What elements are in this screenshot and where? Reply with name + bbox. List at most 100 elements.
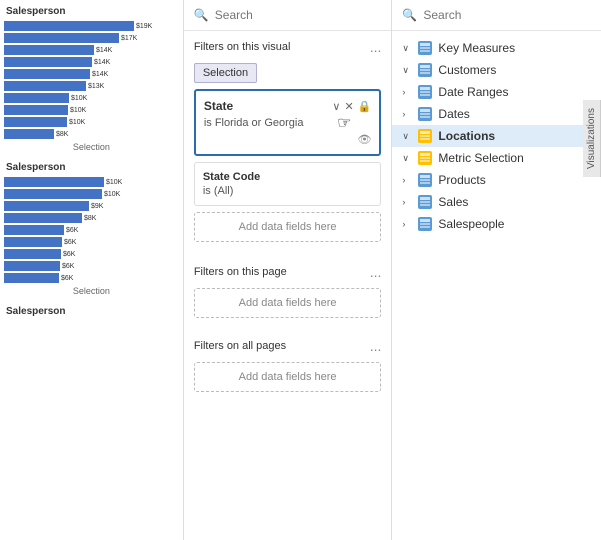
field-item-salespeople[interactable]: › Salespeople: [392, 213, 601, 235]
bar-container: $14K: [4, 45, 179, 55]
filters-visual-menu[interactable]: ...: [370, 39, 382, 55]
filters-visual-title: Filters on this visual: [194, 41, 291, 53]
field-table-icon: [418, 63, 432, 77]
filters-page-menu[interactable]: ...: [370, 264, 382, 280]
add-data-all[interactable]: Add data fields here: [194, 362, 382, 392]
selection-pill-label: Selection: [194, 63, 257, 83]
bar-row: $6K: [4, 261, 179, 271]
bar-row: $6K: [4, 225, 179, 235]
bar-value: $6K: [63, 251, 75, 258]
middle-search-icon: 🔍: [194, 8, 209, 22]
field-name: Salespeople: [438, 217, 504, 231]
field-table-icon: [418, 173, 432, 187]
left-panel: Salesperson $19K $17K $14K $14K $14K $13…: [0, 0, 184, 540]
bar-container: $10K: [4, 117, 179, 127]
field-name: Locations: [438, 129, 495, 143]
chevron-icon: ›: [402, 197, 412, 207]
field-item-metric-selection[interactable]: ∨ Metric Selection: [392, 147, 601, 169]
clear-filter-icon[interactable]: ✕: [344, 100, 353, 113]
field-table-icon: [418, 129, 432, 143]
bar-value: $9K: [91, 203, 103, 210]
chart2-subtitle: Selection: [4, 286, 179, 296]
chart3-title: Salesperson: [4, 306, 179, 317]
chart1-title: Salesperson: [4, 6, 179, 17]
right-search-icon: 🔍: [402, 8, 417, 22]
chevron-down-icon[interactable]: ∨: [332, 100, 340, 113]
field-name: Metric Selection: [438, 151, 523, 165]
bar-value: $10K: [70, 107, 86, 114]
bar-container: $10K: [4, 189, 179, 199]
middle-search-input[interactable]: [215, 8, 382, 22]
bar-container: $14K: [4, 57, 179, 67]
add-data-visual[interactable]: Add data fields here: [194, 212, 382, 242]
field-name: Date Ranges: [438, 85, 508, 99]
chart1-subtitle: Selection: [4, 142, 179, 152]
filters-visual-header: Filters on this visual ...: [194, 39, 382, 55]
field-item-locations[interactable]: ∨ Locations: [392, 125, 601, 147]
state-filter-card[interactable]: State ∨ ✕ 🔒 is Florida or Georgia 👁 ☞: [194, 89, 382, 156]
field-item-customers[interactable]: ∨ Customers: [392, 59, 601, 81]
bar-value: $6K: [62, 263, 74, 270]
bar-value: $6K: [61, 275, 73, 282]
state-code-filter: State Code is (All): [194, 162, 382, 206]
bar: [4, 69, 90, 79]
bar-container: $6K: [4, 273, 179, 283]
bar-row: $10K: [4, 177, 179, 187]
right-panel: Visualizations 🔍 ∨ Key Measures ∨ Custom…: [392, 0, 601, 540]
bar: [4, 105, 68, 115]
bar-container: $6K: [4, 225, 179, 235]
chart1-section: Salesperson $19K $17K $14K $14K $14K $13…: [4, 6, 179, 152]
bar-row: $8K: [4, 129, 179, 139]
field-item-date-ranges[interactable]: › Date Ranges: [392, 81, 601, 103]
chart3-section: Salesperson: [4, 306, 179, 321]
field-list: ∨ Key Measures ∨ Customers ›: [392, 31, 601, 241]
bar: [4, 117, 67, 127]
bar-value: $6K: [66, 227, 78, 234]
bar-container: $8K: [4, 213, 179, 223]
filters-page-section: Filters on this page ... Add data fields…: [184, 258, 392, 332]
field-item-sales[interactable]: › Sales: [392, 191, 601, 213]
add-data-page[interactable]: Add data fields here: [194, 288, 382, 318]
bar-row: $6K: [4, 249, 179, 259]
field-item-products[interactable]: › Products: [392, 169, 601, 191]
field-name: Dates: [438, 107, 469, 121]
bar-value: $8K: [56, 131, 68, 138]
chevron-icon: ∨: [402, 65, 412, 76]
bar: [4, 261, 60, 271]
bar-value: $19K: [136, 23, 152, 30]
field-item-key-measures[interactable]: ∨ Key Measures: [392, 37, 601, 59]
viz-tab[interactable]: Visualizations: [583, 100, 601, 177]
bar: [4, 33, 119, 43]
chevron-icon: ›: [402, 175, 412, 185]
right-search-input[interactable]: [423, 8, 591, 22]
bar: [4, 177, 104, 187]
bar: [4, 225, 64, 235]
bar-row: $14K: [4, 57, 179, 67]
bar-row: $6K: [4, 237, 179, 247]
filters-visual-section: Filters on this visual ... Selection Sta…: [184, 31, 392, 258]
bar-container: $19K: [4, 21, 179, 31]
eye-icon[interactable]: 👁: [357, 133, 371, 146]
bar-container: $6K: [4, 261, 179, 271]
filters-all-header: Filters on all pages ...: [194, 338, 382, 354]
bar-value: $10K: [104, 191, 120, 198]
bar-row: $17K: [4, 33, 179, 43]
chevron-icon: ∨: [402, 153, 412, 164]
filters-page-header: Filters on this page ...: [194, 264, 382, 280]
bar-container: $17K: [4, 33, 179, 43]
lock-icon[interactable]: 🔒: [358, 100, 372, 113]
field-item-dates[interactable]: › Dates: [392, 103, 601, 125]
bar-value: $8K: [84, 215, 96, 222]
filters-all-title: Filters on all pages: [194, 340, 286, 352]
selection-pill: Selection: [194, 63, 382, 89]
chevron-icon: ›: [402, 87, 412, 97]
bar-row: $14K: [4, 45, 179, 55]
bar-row: $14K: [4, 69, 179, 79]
bar-container: $6K: [4, 249, 179, 259]
filters-all-menu[interactable]: ...: [370, 338, 382, 354]
bar-value: $17K: [121, 35, 137, 42]
field-table-icon: [418, 41, 432, 55]
state-code-field: State Code: [203, 171, 373, 183]
bar-container: $13K: [4, 81, 179, 91]
bar: [4, 201, 89, 211]
